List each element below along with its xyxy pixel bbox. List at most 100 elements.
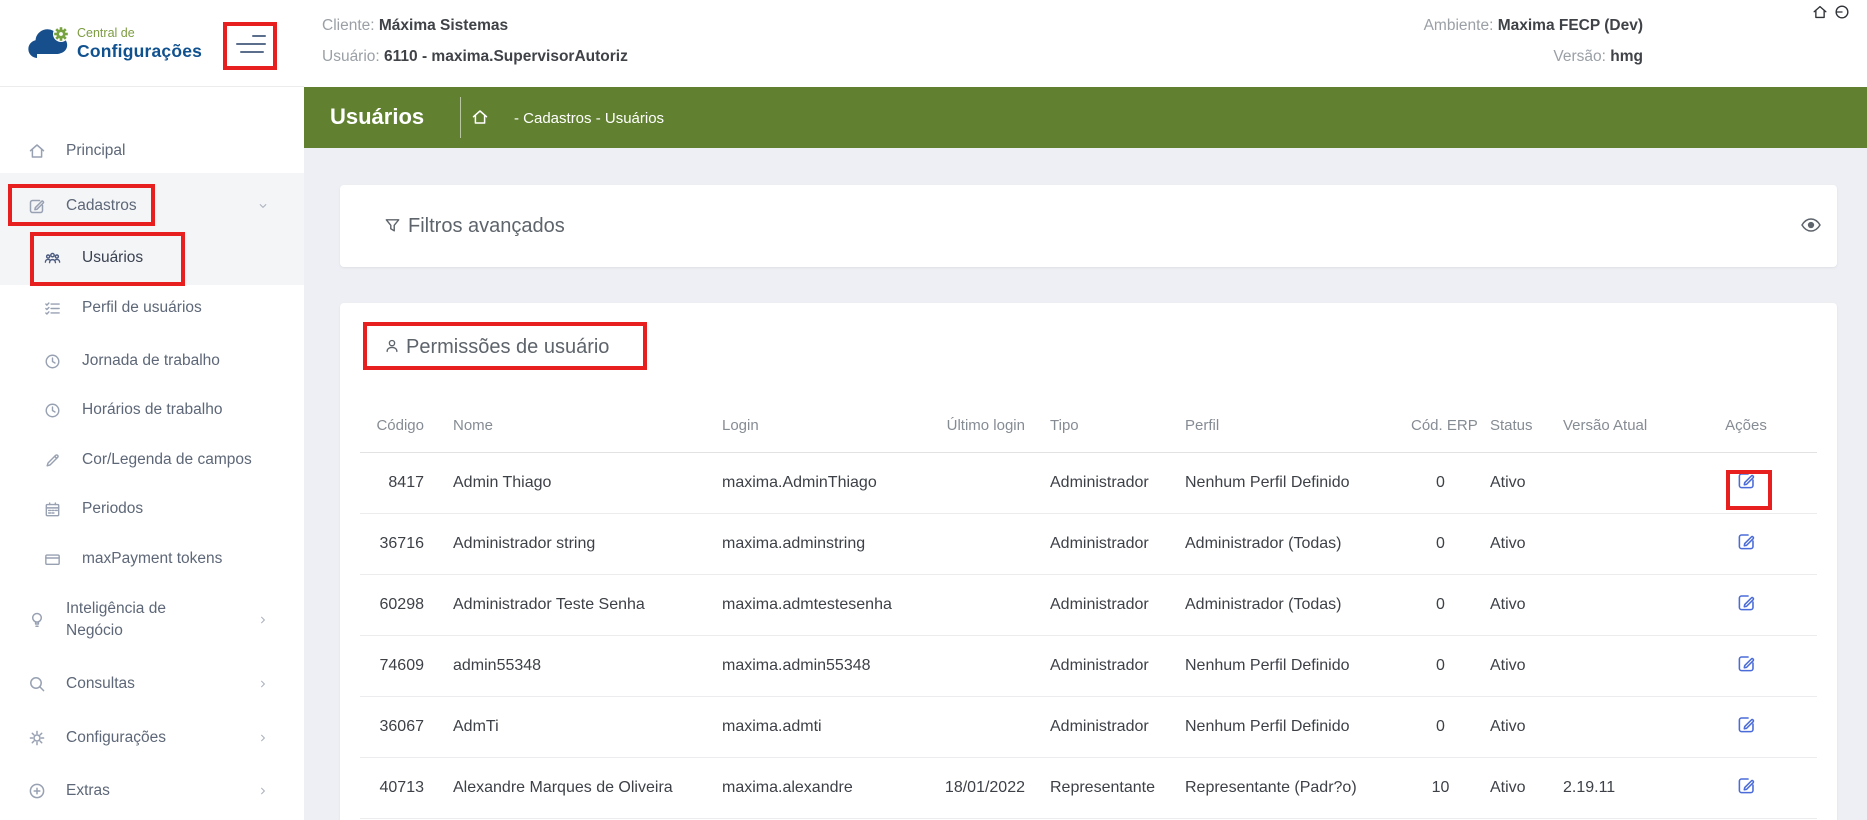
cell-perfil: Representante (Padr?o) — [1180, 757, 1395, 818]
sidebar-item-perfil-de-usuarios[interactable]: Perfil de usuários — [0, 286, 304, 330]
cell-login: maxima.admin55348 — [715, 635, 935, 696]
cell-ultimo-login — [935, 635, 1025, 696]
chevron-down-icon — [256, 199, 270, 213]
visibility-icon[interactable] — [1800, 216, 1822, 234]
cell-codigo: 74609 — [360, 635, 424, 696]
client-info: Cliente: Máxima Sistemas — [322, 17, 508, 35]
cell-versao-atual — [1560, 513, 1667, 574]
edit-user-button[interactable] — [1734, 652, 1758, 676]
sidebar-item-label: Consultas — [66, 675, 135, 693]
cell-status: Ativo — [1470, 635, 1560, 696]
cell-acoes — [1667, 574, 1817, 635]
sidebar-item-cadastros[interactable]: Cadastros — [0, 184, 304, 228]
cell-tipo: Administrador — [1025, 574, 1180, 635]
cell-acoes — [1667, 452, 1817, 513]
sidebar-item-label: Usuários — [82, 249, 143, 267]
user-info: Usuário: 6110 - maxima.SupervisorAutoriz — [322, 48, 628, 66]
cell-perfil: Administrador (Todas) — [1180, 574, 1395, 635]
sidebar-item-label: maxPayment tokens — [82, 550, 222, 568]
sidebar-item-label: Extras — [66, 782, 110, 800]
bulb-icon — [27, 610, 47, 630]
cell-ultimo-login — [935, 696, 1025, 757]
sidebar-item-inteligencia-de-negocio[interactable]: Inteligência de Negócio — [0, 592, 304, 648]
sidebar-item-label: Periodos — [82, 500, 143, 518]
sidebar-item-horarios-de-trabalho[interactable]: Horários de trabalho — [0, 388, 304, 432]
sidebar-item-periodos[interactable]: Periodos — [0, 487, 304, 531]
cell-codigo: 60298 — [360, 574, 424, 635]
checklist-icon — [43, 299, 62, 318]
table-row: 36716Administrador stringmaxima.adminstr… — [360, 513, 1817, 574]
cell-nome: Administrador Teste Senha — [424, 574, 715, 635]
sidebar-item-extras[interactable]: Extras — [0, 769, 304, 813]
calendar-icon — [43, 500, 62, 519]
table-row: 8417Admin Thiagomaxima.AdminThiagoAdmini… — [360, 452, 1817, 513]
app: Cliente: Máxima Sistemas Usuário: 6110 -… — [0, 0, 1867, 820]
cell-perfil: Nenhum Perfil Definido — [1180, 452, 1395, 513]
logout-icon[interactable] — [1833, 3, 1851, 21]
cell-tipo: Administrador — [1025, 452, 1180, 513]
gear-icon — [27, 728, 47, 748]
sidebar-item-label: Horários de trabalho — [82, 401, 222, 419]
home-icon[interactable] — [1811, 3, 1829, 21]
cell-cod-erp: 0 — [1395, 452, 1470, 513]
breadcrumb-home-icon[interactable] — [470, 107, 490, 127]
cell-versao-atual — [1560, 696, 1667, 757]
edit-user-button[interactable] — [1734, 530, 1758, 554]
page-header-bar: Usuários - Cadastros - Usuários — [304, 87, 1867, 148]
clock-icon — [43, 352, 62, 371]
page-title: Usuários — [330, 104, 424, 130]
sidebar-item-label: Cor/Legenda de campos — [82, 451, 252, 469]
sidebar-item-maxpayment-tokens[interactable]: maxPayment tokens — [0, 537, 304, 581]
cell-login: maxima.admti — [715, 696, 935, 757]
cell-status: Ativo — [1470, 452, 1560, 513]
sidebar-item-cor-legenda-de-campos[interactable]: Cor/Legenda de campos — [0, 438, 304, 482]
card-icon — [43, 550, 62, 569]
cell-ultimo-login: 18/01/2022 — [935, 757, 1025, 818]
sidebar-item-usuarios[interactable]: Usuários — [0, 236, 304, 280]
permissions-panel: Permissões de usuário CódigoNomeLoginÚlt… — [340, 303, 1837, 820]
cell-ultimo-login — [935, 452, 1025, 513]
cell-acoes — [1667, 696, 1817, 757]
sidebar-item-consultas[interactable]: Consultas — [0, 662, 304, 706]
edit-user-button[interactable] — [1734, 591, 1758, 615]
logo-cloud-icon — [25, 24, 73, 66]
cell-versao-atual — [1560, 452, 1667, 513]
sidebar-item-jornada-de-trabalho[interactable]: Jornada de trabalho — [0, 339, 304, 383]
edit-user-button[interactable] — [1734, 713, 1758, 737]
column-header-acoes: Ações — [1667, 400, 1817, 452]
cell-codigo: 36067 — [360, 696, 424, 757]
edit-user-button[interactable] — [1734, 469, 1758, 493]
users-table: CódigoNomeLoginÚltimo loginTipoPerfilCód… — [360, 400, 1817, 819]
cell-versao-atual — [1560, 635, 1667, 696]
filters-panel[interactable]: Filtros avançados — [340, 185, 1837, 267]
column-header-codigo: Código — [360, 400, 424, 452]
sidebar-item-principal[interactable]: Principal — [0, 129, 304, 173]
cell-ultimo-login — [935, 574, 1025, 635]
sidebar-item-label: Perfil de usuários — [82, 299, 202, 317]
cell-nome: Admin Thiago — [424, 452, 715, 513]
column-header-login: Login — [715, 400, 935, 452]
cell-perfil: Nenhum Perfil Definido — [1180, 635, 1395, 696]
cell-status: Ativo — [1470, 513, 1560, 574]
cell-ultimo-login — [935, 513, 1025, 574]
chevron-right-icon — [256, 613, 270, 627]
version-info: Versão: hmg — [1553, 48, 1643, 66]
column-header-nome: Nome — [424, 400, 715, 452]
cell-login: maxima.adminstring — [715, 513, 935, 574]
column-header-perfil: Perfil — [1180, 400, 1395, 452]
cell-tipo: Representante — [1025, 757, 1180, 818]
cell-nome: admin55348 — [424, 635, 715, 696]
permissions-title: Permissões de usuário — [406, 336, 609, 359]
sidebar-item-configuracoes[interactable]: Configurações — [0, 716, 304, 760]
cell-perfil: Administrador (Todas) — [1180, 513, 1395, 574]
sidebar-item-label: Cadastros — [66, 197, 137, 215]
table-row: 74609admin55348maxima.admin55348Administ… — [360, 635, 1817, 696]
column-header-versao-atual: Versão Atual — [1560, 400, 1667, 452]
menu-toggle-button[interactable] — [227, 26, 273, 66]
edit-user-button[interactable] — [1734, 774, 1758, 798]
cell-nome: AdmTi — [424, 696, 715, 757]
pen-icon — [43, 451, 62, 470]
filters-title: Filtros avançados — [408, 215, 565, 238]
sidebar-item-label: Inteligência de Negócio — [66, 598, 196, 643]
cell-versao-atual: 2.19.11 — [1560, 757, 1667, 818]
